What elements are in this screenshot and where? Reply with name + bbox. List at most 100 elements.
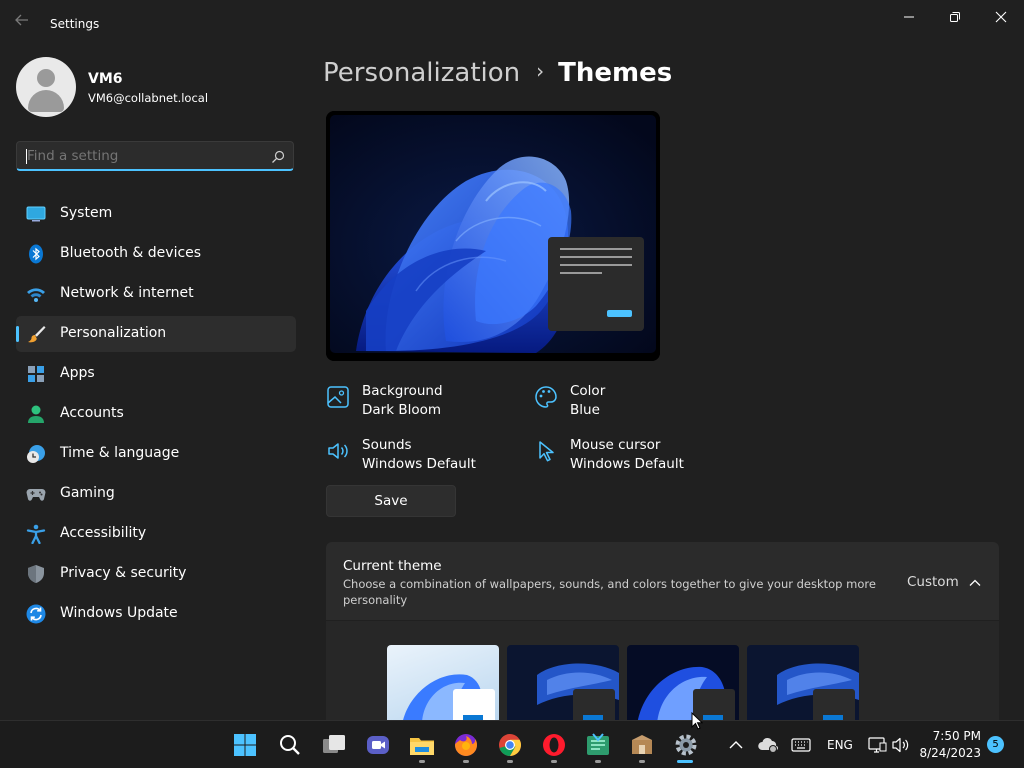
save-button[interactable]: Save [326,485,456,517]
running-indicator [463,760,469,763]
bloom-wallpaper-image [326,111,660,361]
store-app-icon[interactable] [584,731,612,759]
current-theme-value: Custom [907,574,959,590]
sidebar-item-windows-update[interactable]: Windows Update [16,596,296,632]
page-title: Themes [558,58,673,88]
sidebar-item-time-language[interactable]: Time & language [16,436,296,472]
breadcrumb: Personalization › Themes [323,58,672,88]
restore-button[interactable] [932,6,978,28]
sidebar-item-label: Accessibility [60,525,147,541]
shield-icon [28,565,44,583]
color-setting[interactable]: Color Blue [534,383,724,423]
cursor-icon [539,441,554,462]
clock-time[interactable]: 7:50 PM [925,729,981,743]
settings-gear-icon[interactable] [672,731,700,759]
windows-start-icon[interactable] [231,731,259,759]
restore-icon [950,12,960,22]
input-language[interactable]: ENG [827,738,853,752]
search-input[interactable] [27,148,267,164]
update-icon [26,604,46,624]
palette-icon [535,386,557,408]
background-value: Dark Bloom [362,402,442,418]
onedrive-icon[interactable] [758,731,780,759]
sidebar-item-apps[interactable]: Apps [16,356,296,392]
accounts-icon [28,405,44,423]
mouse-cursor-label: Mouse cursor [570,437,661,453]
close-button[interactable] [978,6,1024,28]
mouse-cursor-value: Windows Default [570,456,684,472]
active-app-indicator [677,760,693,763]
search-icon[interactable] [276,731,304,759]
opera-icon[interactable] [540,731,568,759]
gamepad-icon [26,489,46,501]
current-theme-card[interactable]: Current theme Choose a combination of wa… [326,542,999,620]
running-indicator [595,760,601,763]
volume-icon[interactable] [890,731,912,759]
package-icon[interactable] [628,731,656,759]
breadcrumb-parent[interactable]: Personalization [323,58,520,88]
notification-badge[interactable]: 5 [987,736,1004,753]
avatar-head-icon [37,69,55,87]
apps-icon [28,366,44,382]
firefox-icon[interactable] [452,731,480,759]
network-monitor-icon[interactable] [866,731,888,759]
sidebar-item-label: Gaming [60,485,115,501]
sidebar-item-bluetooth[interactable]: Bluetooth & devices [16,236,296,272]
background-label: Background [362,383,443,399]
sidebar-item-label: Time & language [60,445,180,461]
sounds-value: Windows Default [362,456,476,472]
profile-email: VM6@collabnet.local [88,91,209,105]
chat-camera-icon[interactable] [364,731,392,759]
running-indicator [507,760,513,763]
clock-date[interactable]: 8/24/2023 [915,746,981,760]
theme-thumbnail-light[interactable] [387,645,499,725]
sidebar-item-label: Privacy & security [60,565,187,581]
background-setting[interactable]: Background Dark Bloom [326,383,516,423]
wifi-icon [27,288,45,302]
sounds-label: Sounds [362,437,412,453]
chrome-icon[interactable] [496,731,524,759]
sidebar-item-label: Windows Update [60,605,178,621]
sidebar-item-personalization[interactable]: Personalization [16,316,296,352]
theme-gallery [326,621,999,725]
system-icon [26,206,46,222]
clock-globe-icon [27,445,45,463]
speaker-icon [328,443,348,459]
mouse-cursor-setting[interactable]: Mouse cursor Windows Default [534,437,724,477]
close-icon [995,11,1007,23]
image-icon [327,386,349,408]
back-arrow-icon[interactable] [14,12,34,34]
sidebar-item-label: Network & internet [60,285,194,301]
sidebar-item-accounts[interactable]: Accounts [16,396,296,432]
avatar[interactable] [16,57,76,117]
chevron-up-icon[interactable] [968,576,982,590]
theme-thumbnail-flow[interactable] [747,645,859,725]
paintbrush-icon [28,326,46,343]
file-explorer-icon[interactable] [408,731,436,759]
running-indicator [551,760,557,763]
keyboard-icon[interactable] [790,731,812,759]
sidebar-item-privacy[interactable]: Privacy & security [16,556,296,592]
current-theme-title: Current theme [343,558,442,574]
sidebar-item-label: System [60,205,113,221]
color-label: Color [570,383,606,399]
accessibility-icon [26,524,46,544]
sounds-setting[interactable]: Sounds Windows Default [326,437,516,477]
sidebar-item-system[interactable]: System [16,196,296,232]
search-box[interactable] [16,141,294,171]
task-view-icon[interactable] [320,731,348,759]
sidebar-item-accessibility[interactable]: Accessibility [16,516,296,552]
sidebar-item-label: Personalization [60,325,167,341]
sidebar-item-gaming[interactable]: Gaming [16,476,296,512]
search-icon[interactable] [270,149,286,165]
sidebar-item-label: Bluetooth & devices [60,245,202,261]
theme-thumbnail-dark-glow[interactable] [507,645,619,725]
theme-thumbnail-dark-bloom[interactable] [627,645,739,725]
chevron-up-icon[interactable] [724,731,748,759]
sidebar-item-network[interactable]: Network & internet [16,276,296,312]
color-value: Blue [570,402,600,418]
avatar-body-icon [28,90,64,112]
current-theme-description: Choose a combination of wallpapers, soun… [343,577,876,607]
sidebar-item-label: Apps [60,365,95,381]
minimize-button[interactable] [886,6,932,28]
